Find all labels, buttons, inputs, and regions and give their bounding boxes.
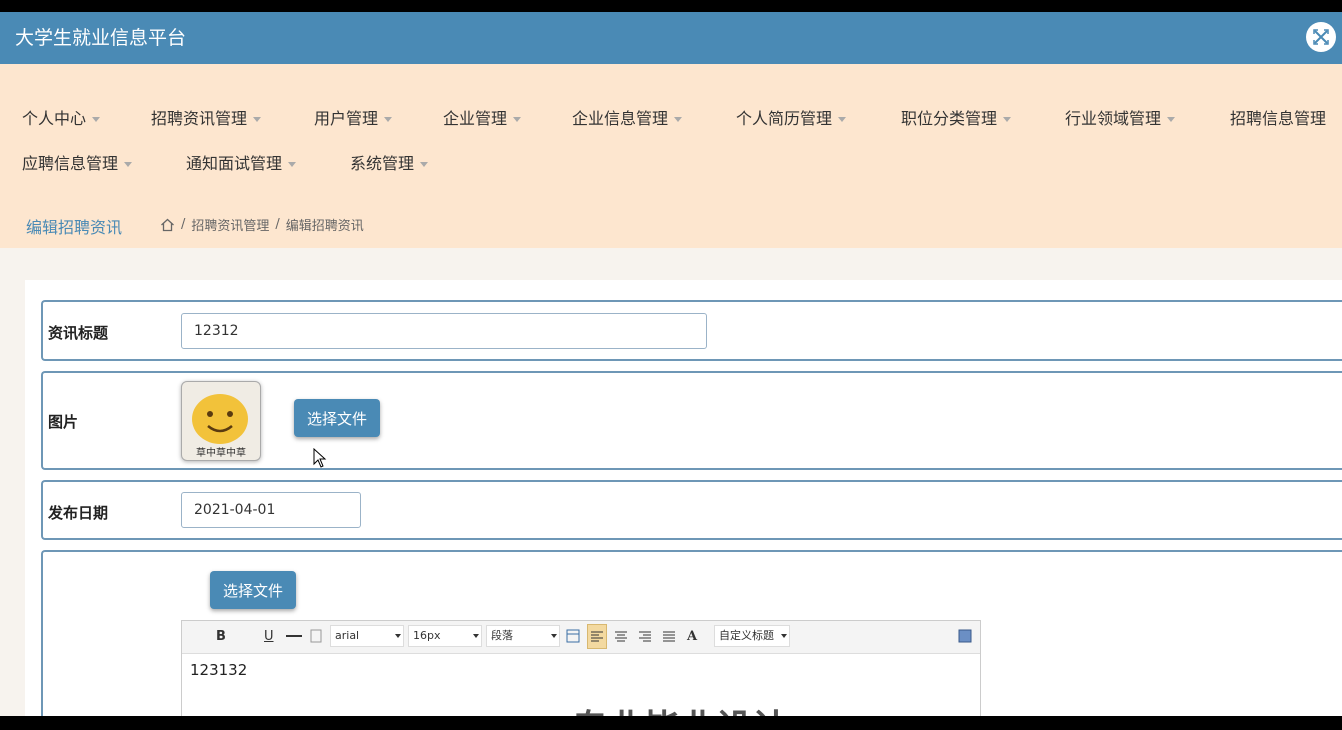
- top-nav: 个人中心 招聘资讯管理 用户管理 企业管理 企业信息管理 个人简历管理 职位分类…: [0, 64, 1342, 200]
- bold-button[interactable]: B: [216, 627, 226, 647]
- image-label: 图片: [48, 413, 79, 431]
- title-input[interactable]: [181, 313, 707, 349]
- nav-item-company-info[interactable]: 企业信息管理: [572, 108, 683, 130]
- breadcrumb-item-edit: 编辑招聘资讯: [285, 219, 364, 234]
- paragraph-select[interactable]: 段落: [486, 625, 560, 647]
- align-left-icon: [591, 631, 603, 642]
- horizontal-rule-icon[interactable]: [286, 635, 302, 637]
- breadcrumb-bar: 编辑招聘资讯 / 招聘资讯管理 / 编辑招聘资讯: [0, 200, 1342, 248]
- dropdown-icon: [395, 634, 401, 638]
- align-right-icon[interactable]: [637, 629, 653, 643]
- align-center-icon[interactable]: [613, 629, 629, 643]
- nav-item-recruitment[interactable]: 招聘信息管理: [1230, 108, 1326, 130]
- dropdown-icon: [781, 634, 787, 638]
- nav-item-applications[interactable]: 应聘信息管理: [22, 153, 133, 175]
- choose-image-button[interactable]: 选择文件: [294, 399, 380, 437]
- dropdown-icon: [551, 634, 557, 638]
- date-label: 发布日期: [48, 504, 109, 522]
- breadcrumb-item-news[interactable]: 招聘资讯管理: [191, 215, 269, 234]
- editor-text: 123132: [190, 661, 248, 679]
- dropdown-icon: [473, 634, 479, 638]
- form-row-title: 资讯标题: [41, 300, 1342, 361]
- align-left-button[interactable]: [587, 624, 607, 649]
- nav-item-system[interactable]: 系统管理: [350, 153, 429, 175]
- nav-item-industries[interactable]: 行业领域管理: [1065, 108, 1176, 130]
- caret-down-icon: [124, 162, 133, 167]
- caret-down-icon: [674, 117, 683, 122]
- caret-down-icon: [1003, 117, 1012, 122]
- font-size-select[interactable]: 16px: [408, 625, 482, 647]
- app-title: 大学生就业信息平台: [15, 27, 187, 49]
- breadcrumb-separator: /: [181, 217, 186, 232]
- page-title: 编辑招聘资讯: [26, 218, 123, 237]
- nav-item-news[interactable]: 招聘资讯管理: [151, 108, 262, 130]
- close-button[interactable]: [1306, 22, 1336, 52]
- caret-down-icon: [253, 117, 262, 122]
- nav-item-job-categories[interactable]: 职位分类管理: [901, 108, 1012, 130]
- app-window: 大学生就业信息平台 个人中心 招聘资讯管理 用户管理 企业管理 企业信息管理 个…: [0, 12, 1342, 716]
- image-caption: 草中草中草: [196, 448, 246, 459]
- edit-form: 资讯标题 图片 草中草中草 选择文件 发布日期 选择文件: [25, 280, 1342, 716]
- choose-file-button[interactable]: 选择文件: [210, 571, 296, 609]
- date-input[interactable]: [181, 492, 361, 528]
- justify-icon[interactable]: [661, 629, 677, 643]
- home-icon[interactable]: [160, 218, 175, 232]
- breadcrumb: / 招聘资讯管理 / 编辑招聘资讯: [160, 215, 364, 234]
- image-thumbnail[interactable]: 草中草中草: [181, 381, 261, 461]
- underline-button[interactable]: U: [264, 627, 274, 647]
- editor-heading: 专业毕业设计: [572, 699, 788, 716]
- editor-toolbar: B U arial 16px 段落 A 自定义标题: [182, 621, 980, 654]
- clear-format-icon[interactable]: [310, 629, 322, 643]
- caret-down-icon: [838, 117, 847, 122]
- title-bar: 大学生就业信息平台: [0, 12, 1342, 64]
- form-row-content: 选择文件 B U arial 16px 段落 A 自定义标题 123132: [41, 550, 1342, 716]
- nav-item-personal-center[interactable]: 个人中心: [22, 108, 101, 130]
- caret-down-icon: [513, 117, 522, 122]
- caret-down-icon: [92, 117, 101, 122]
- form-row-image: 图片 草中草中草 选择文件: [41, 371, 1342, 470]
- fullscreen-icon[interactable]: [958, 629, 972, 643]
- caret-down-icon: [1167, 117, 1176, 122]
- caret-down-icon: [384, 117, 393, 122]
- table-icon[interactable]: [566, 629, 580, 643]
- custom-title-select[interactable]: 自定义标题: [714, 625, 790, 647]
- caret-down-icon: [288, 162, 297, 167]
- caret-down-icon: [420, 162, 429, 167]
- emoji-face-icon: [192, 394, 248, 444]
- title-label: 资讯标题: [48, 324, 109, 342]
- nav-item-interviews[interactable]: 通知面试管理: [186, 153, 297, 175]
- mouse-cursor-icon: [313, 448, 327, 468]
- nav-item-users[interactable]: 用户管理: [314, 108, 393, 130]
- nav-item-resumes[interactable]: 个人简历管理: [736, 108, 847, 130]
- form-row-date: 发布日期: [41, 480, 1342, 540]
- nav-item-companies[interactable]: 企业管理: [443, 108, 522, 130]
- font-color-button[interactable]: A: [687, 627, 697, 647]
- font-family-select[interactable]: arial: [330, 625, 404, 647]
- breadcrumb-separator: /: [275, 217, 280, 232]
- close-icon: [1313, 29, 1329, 45]
- rich-text-editor[interactable]: B U arial 16px 段落 A 自定义标题 123132: [181, 620, 981, 716]
